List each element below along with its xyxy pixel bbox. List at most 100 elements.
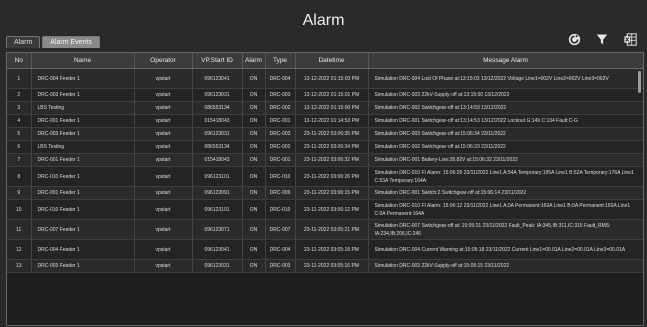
col-header-vp-start-id[interactable]: VP.Start ID	[192, 53, 243, 69]
cell-operator: vpstart	[134, 166, 193, 187]
cell-alarm: ON	[242, 199, 266, 220]
cell-vp-start-id: 015418043	[192, 153, 243, 167]
cell-name: DRC-010 Feeder 1	[31, 166, 135, 187]
cell-type: DRC-007	[265, 219, 296, 240]
table-row[interactable]: 8 DRC-010 Feeder 1 vpstart 096123101 ON DRC-0…	[7, 166, 643, 187]
cell-alarm: ON	[242, 114, 266, 128]
cell-operator: vpstart	[134, 199, 193, 220]
cell-vp-start-id: 096123041	[192, 239, 243, 260]
cell-no: 2	[7, 88, 32, 102]
cell-vp-start-id: 096123031	[192, 127, 243, 141]
cell-message: Simulation DRC-010 FI Alarm: 15:06:12 23…	[368, 199, 643, 220]
cell-type: DRC-003	[265, 259, 296, 273]
cell-name: DRC-001 Feeder 1	[31, 114, 135, 128]
cell-name: DRC-007 Feeder 1	[31, 219, 135, 240]
col-header-no[interactable]: No	[7, 53, 32, 69]
table-row[interactable]: 4 DRC-001 Feeder 1 vpstart 015418043 ON DRC-0…	[7, 114, 643, 128]
col-header-operator[interactable]: Operator	[134, 53, 193, 69]
cell-message: Simulation DRC-002 Switchgear-off at:13:…	[368, 101, 643, 115]
col-header-type[interactable]: Type	[265, 53, 296, 69]
col-header-alarm[interactable]: Alarm	[242, 53, 266, 69]
cell-message: Simulation DRC-001 Battery-Low:28.82V at…	[368, 153, 643, 167]
cell-vp-start-id: 096123091	[192, 186, 243, 200]
col-header-datetime[interactable]: Datetime	[295, 53, 369, 69]
cell-no: 9	[7, 186, 32, 200]
table-row[interactable]: 3 LBS Testing vpstart 086553134 ON DRC-002 13-…	[7, 101, 643, 115]
table-row[interactable]: 1 DRC-004 Feeder 1 vpstart 096123041 ON DRC-0…	[7, 68, 643, 89]
cell-no: 12	[7, 239, 32, 260]
filter-icon[interactable]	[595, 32, 609, 46]
cell-alarm: ON	[242, 239, 266, 260]
cell-alarm: ON	[242, 166, 266, 187]
cell-vp-start-id: 096123031	[192, 259, 243, 273]
table-row[interactable]: 11 DRC-007 Feeder 1 vpstart 096123071 ON DRC-…	[7, 219, 643, 240]
cell-type: DRC-004	[265, 239, 296, 260]
cell-datetime: 23-11-2022 03:06:26 PM	[295, 166, 369, 187]
cell-type: DRC-003	[265, 127, 296, 141]
cell-operator: vpstart	[134, 219, 193, 240]
cell-no: 1	[7, 68, 32, 89]
vertical-scrollbar[interactable]	[638, 71, 641, 93]
refresh-icon[interactable]	[567, 32, 581, 46]
cell-type: DRC-002	[265, 140, 296, 154]
page-title: Alarm	[302, 12, 345, 29]
alarm-table-container: No Name Operator VP.Start ID Alarm Type …	[6, 52, 644, 326]
cell-type: DRC-009	[265, 186, 296, 200]
cell-message: Simulation DRC-003 22kV-Supply-off at:13…	[368, 88, 643, 102]
cell-name: LBS Testing	[31, 140, 135, 154]
cell-operator: vpstart	[134, 88, 193, 102]
cell-no: 10	[7, 199, 32, 220]
cell-message: Simulation DRC-002 Switchgear-off at:15:…	[368, 140, 643, 154]
tab-alarm[interactable]: Alarm	[6, 36, 41, 48]
cell-name: DRC-004 Feeder 1	[31, 239, 135, 260]
cell-no: 11	[7, 219, 32, 240]
cell-alarm: ON	[242, 219, 266, 240]
cell-vp-start-id: 096123041	[192, 68, 243, 89]
cell-vp-start-id: 086553134	[192, 101, 243, 115]
cell-no: 8	[7, 166, 32, 187]
cell-operator: vpstart	[134, 68, 193, 89]
table-row[interactable]: 2 DRC-003 Feeder 1 vpstart 096123031 ON DRC-0…	[7, 88, 643, 102]
cell-no: 7	[7, 153, 32, 167]
cell-datetime: 23-11-2022 03:05:16 PM	[295, 259, 369, 273]
cell-message: Simulation DRC-003 22kV-Supply-off at:15…	[368, 259, 643, 273]
cell-datetime: 23-11-2022 03:06:34 PM	[295, 140, 369, 154]
cell-vp-start-id: 096123071	[192, 219, 243, 240]
cell-alarm: ON	[242, 259, 266, 273]
table-row[interactable]: 13 DRC-003 Feeder 1 vpstart 096123031 ON DRC-…	[7, 259, 643, 273]
cell-vp-start-id: 086553134	[192, 140, 243, 154]
tab-alarm-events[interactable]: Alarm Events	[42, 36, 100, 48]
cell-alarm: ON	[242, 88, 266, 102]
cell-message: Simulation DRC-004 Current Warning at:15…	[368, 239, 643, 260]
table-row[interactable]: 5 DRC-003 Feeder 1 vpstart 096123031 ON DRC-0…	[7, 127, 643, 141]
cell-type: DRC-003	[265, 88, 296, 102]
cell-no: 4	[7, 114, 32, 128]
cell-type: DRC-001	[265, 114, 296, 128]
table-row[interactable]: 12 DRC-004 Feeder 1 vpstart 096123041 ON DRC-…	[7, 239, 643, 260]
col-header-message-alarm[interactable]: Message Alarm	[368, 53, 643, 69]
cell-alarm: ON	[242, 68, 266, 89]
cell-vp-start-id: 096123101	[192, 166, 243, 187]
cell-datetime: 13-12-2022 01:15:00 PM	[295, 101, 369, 115]
table-row[interactable]: 7 DRC-001 Feeder 1 vpstart 015418043 ON DRC-0…	[7, 153, 643, 167]
table-row[interactable]: 6 LBS Testing vpstart 086553134 ON DRC-002 23-…	[7, 140, 643, 154]
table-header-row: No Name Operator VP.Start ID Alarm Type …	[7, 53, 643, 69]
cell-name: DRC-001 Feeder 1	[31, 186, 135, 200]
cell-datetime: 23-11-2022 03:05:18 PM	[295, 239, 369, 260]
cell-vp-start-id: 015418043	[192, 114, 243, 128]
cell-operator: vpstart	[134, 153, 193, 167]
alarm-table: No Name Operator VP.Start ID Alarm Type …	[7, 53, 643, 273]
table-row[interactable]: 9 DRC-001 Feeder 1 vpstart 096123091 ON DRC-0…	[7, 186, 643, 200]
cell-no: 3	[7, 101, 32, 115]
cell-name: LBS Testing	[31, 101, 135, 115]
cell-vp-start-id: 096123101	[192, 199, 243, 220]
table-row[interactable]: 10 DRC-010 Feeder 1 vpstart 096123101 ON DRC-…	[7, 199, 643, 220]
cell-alarm: ON	[242, 140, 266, 154]
cell-datetime: 23-11-2022 03:05:21 PM	[295, 219, 369, 240]
col-header-name[interactable]: Name	[31, 53, 135, 69]
cell-name: DRC-004 Feeder 1	[31, 68, 135, 89]
cell-type: DRC-002	[265, 101, 296, 115]
cell-operator: vpstart	[134, 114, 193, 128]
export-excel-icon[interactable]	[623, 32, 637, 46]
cell-message: Simulation DRC-007 Switchgear-off at: 15…	[368, 219, 643, 240]
